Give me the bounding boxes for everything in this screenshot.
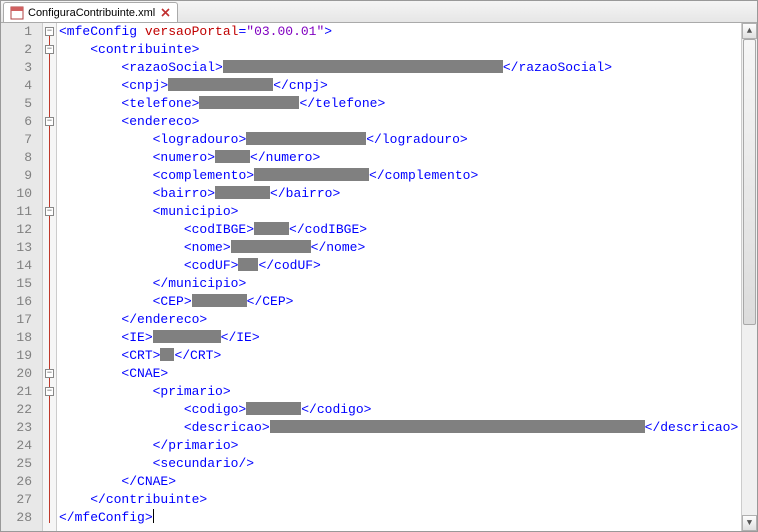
fold-toggle[interactable]: − [45,369,54,378]
code-line[interactable]: <primario> [59,383,757,401]
code-line[interactable]: <bairro></bairro> [59,185,757,203]
line-number: 23 [1,419,32,437]
line-number: 12 [1,221,32,239]
editor: 1234567891011121314151617181920212223242… [1,23,757,531]
line-number: 1 [1,23,32,41]
code-line[interactable]: <IE></IE> [59,329,757,347]
line-number: 13 [1,239,32,257]
redacted-value [270,420,645,433]
line-number: 15 [1,275,32,293]
line-number: 8 [1,149,32,167]
line-number: 28 [1,509,32,527]
code-line[interactable]: </primario> [59,437,757,455]
code-line[interactable]: <razaoSocial></razaoSocial> [59,59,757,77]
xml-file-icon [10,6,24,20]
redacted-value [238,258,258,271]
vertical-scrollbar[interactable]: ▲ ▼ [741,23,757,531]
line-number: 3 [1,59,32,77]
line-number: 25 [1,455,32,473]
redacted-value [254,168,369,181]
line-number: 17 [1,311,32,329]
redacted-value [215,186,270,199]
code-area[interactable]: <mfeConfig versaoPortal="03.00.01"> <con… [57,23,757,531]
fold-toggle[interactable]: − [45,207,54,216]
code-line[interactable]: <CNAE> [59,365,757,383]
redacted-value [231,240,311,253]
code-line[interactable]: <CEP></CEP> [59,293,757,311]
code-line[interactable]: <mfeConfig versaoPortal="03.00.01"> [59,23,757,41]
line-number: 18 [1,329,32,347]
code-line[interactable]: <cnpj></cnpj> [59,77,757,95]
line-number: 11 [1,203,32,221]
code-line[interactable]: <municipio> [59,203,757,221]
scroll-up-button[interactable]: ▲ [742,23,757,39]
line-number: 22 [1,401,32,419]
line-number: 5 [1,95,32,113]
fold-toggle[interactable]: − [45,45,54,54]
line-number: 26 [1,473,32,491]
redacted-value [153,330,221,343]
code-line[interactable]: </endereco> [59,311,757,329]
close-tab-button[interactable] [159,7,171,19]
code-line[interactable]: </municipio> [59,275,757,293]
redacted-value [160,348,174,361]
line-number: 6 [1,113,32,131]
tab-bar: ConfiguraContribuinte.xml [1,1,757,23]
code-line[interactable]: <nome></nome> [59,239,757,257]
line-number: 21 [1,383,32,401]
line-number: 20 [1,365,32,383]
redacted-value [215,150,250,163]
line-number: 14 [1,257,32,275]
code-line[interactable]: <codIBGE></codIBGE> [59,221,757,239]
redacted-value [192,294,247,307]
file-tab-label: ConfiguraContribuinte.xml [28,7,155,19]
redacted-value [168,78,273,91]
fold-gutter: − − − − − − [43,23,57,531]
line-number: 24 [1,437,32,455]
code-line[interactable]: </contribuinte> [59,491,757,509]
fold-toggle[interactable]: − [45,387,54,396]
line-number-gutter: 1234567891011121314151617181920212223242… [1,23,43,531]
code-line[interactable]: <secundario/> [59,455,757,473]
code-line[interactable]: </mfeConfig> [59,509,757,527]
fold-toggle[interactable]: − [45,117,54,126]
scroll-down-button[interactable]: ▼ [742,515,757,531]
redacted-value [246,402,301,415]
line-number: 16 [1,293,32,311]
line-number: 10 [1,185,32,203]
code-line[interactable]: <contribuinte> [59,41,757,59]
line-number: 19 [1,347,32,365]
redacted-value [199,96,299,109]
redacted-value [223,60,503,73]
code-line[interactable]: <logradouro></logradouro> [59,131,757,149]
redacted-value [254,222,289,235]
code-line[interactable]: <codUF></codUF> [59,257,757,275]
code-line[interactable]: </CNAE> [59,473,757,491]
line-number: 27 [1,491,32,509]
scroll-track[interactable] [742,39,757,515]
scroll-thumb[interactable] [743,39,756,325]
code-line[interactable]: <numero></numero> [59,149,757,167]
code-line[interactable]: <complemento></complemento> [59,167,757,185]
code-line[interactable]: <telefone></telefone> [59,95,757,113]
line-number: 7 [1,131,32,149]
line-number: 2 [1,41,32,59]
fold-toggle[interactable]: − [45,27,54,36]
code-line[interactable]: <descricao></descricao> [59,419,757,437]
text-cursor [153,509,154,523]
line-number: 4 [1,77,32,95]
line-number: 9 [1,167,32,185]
code-line[interactable]: <CRT></CRT> [59,347,757,365]
code-line[interactable]: <codigo></codigo> [59,401,757,419]
redacted-value [246,132,366,145]
file-tab[interactable]: ConfiguraContribuinte.xml [3,2,178,22]
code-line[interactable]: <endereco> [59,113,757,131]
